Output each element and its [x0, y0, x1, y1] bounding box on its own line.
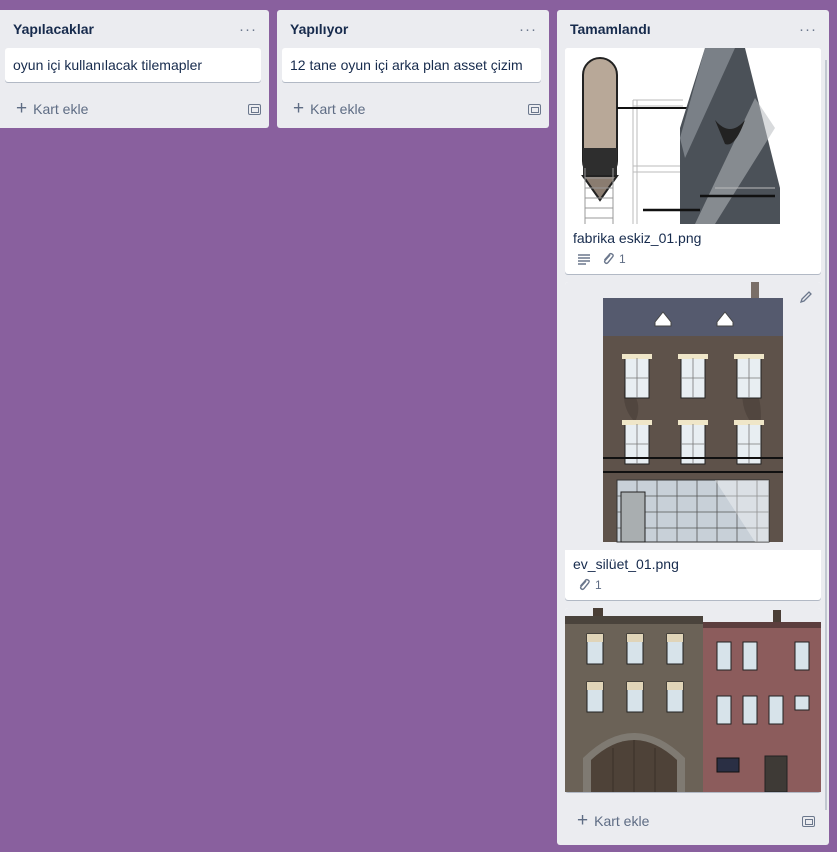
list-menu-button[interactable]: ···	[515, 19, 541, 40]
card[interactable]: ev_silüet_01.png 1	[565, 282, 821, 600]
paperclip-icon	[603, 252, 614, 265]
list-yapiliyor: Yapılıyor ··· 12 tane oyun içi arka plan…	[277, 10, 549, 128]
list-scrollbar[interactable]	[825, 60, 827, 810]
list-tamamlandi: Tamamlandı ··· fabrika eskiz_01.png 1 ev…	[557, 10, 829, 845]
list-header: Tamamlandı ···	[557, 10, 829, 48]
card-title: oyun içi kullanılacak tilemapler	[13, 57, 203, 73]
add-card-row: + Kart ekle	[0, 90, 269, 128]
edit-pencil-icon[interactable]	[799, 290, 813, 304]
list-header: Yapılacaklar ···	[0, 10, 269, 48]
add-card-row: + Kart ekle	[557, 802, 829, 840]
create-from-template-icon[interactable]	[802, 815, 815, 827]
card-title: ev_silüet_01.png	[573, 556, 679, 572]
plus-icon: +	[293, 97, 305, 119]
add-card-row: + Kart ekle	[277, 90, 549, 128]
card-cover-image	[565, 608, 821, 792]
list-yapilacaklar: Yapılacaklar ··· oyun içi kullanılacak t…	[0, 10, 269, 128]
create-from-template-icon[interactable]	[248, 103, 261, 115]
description-badge	[577, 253, 591, 265]
list-title[interactable]: Yapılıyor	[290, 21, 348, 37]
card-badges: 1	[565, 248, 821, 274]
list-menu-button[interactable]: ···	[235, 19, 261, 40]
paperclip-icon	[579, 578, 590, 591]
house-silhouette-image	[565, 282, 821, 550]
add-card-button[interactable]: + Kart ekle	[293, 97, 366, 119]
add-card-label: Kart ekle	[33, 101, 89, 117]
plus-icon: +	[577, 809, 589, 831]
card-badges: 1	[565, 574, 821, 600]
list-cards-scroll-area[interactable]: fabrika eskiz_01.png 1 ev_silüet_01.png …	[557, 48, 829, 802]
factory-sketch-image	[565, 48, 821, 224]
list-menu-button[interactable]: ···	[795, 19, 821, 40]
add-card-label: Kart ekle	[310, 101, 366, 117]
attachment-count: 1	[619, 252, 626, 266]
attachment-badge: 1	[577, 578, 602, 592]
list-title[interactable]: Yapılacaklar	[13, 21, 94, 37]
create-from-template-icon[interactable]	[528, 103, 541, 115]
attachment-count: 1	[595, 578, 602, 592]
add-card-button[interactable]: + Kart ekle	[16, 97, 89, 119]
card[interactable]	[565, 608, 821, 792]
card[interactable]: oyun içi kullanılacak tilemapler	[5, 48, 261, 82]
plus-icon: +	[16, 97, 28, 119]
brick-buildings-image	[565, 608, 821, 792]
card-title: 12 tane oyun içi arka plan asset çizim	[290, 57, 523, 73]
list-title[interactable]: Tamamlandı	[570, 21, 651, 37]
card[interactable]: 12 tane oyun içi arka plan asset çizim	[282, 48, 541, 82]
card-title: fabrika eskiz_01.png	[573, 230, 702, 246]
attachment-badge: 1	[601, 252, 626, 266]
list-header: Yapılıyor ···	[277, 10, 549, 48]
add-card-button[interactable]: + Kart ekle	[577, 809, 650, 831]
add-card-label: Kart ekle	[594, 813, 650, 829]
description-icon	[578, 254, 590, 265]
card-cover-image	[565, 48, 821, 224]
card[interactable]: fabrika eskiz_01.png 1	[565, 48, 821, 274]
card-cover-image	[565, 282, 821, 550]
